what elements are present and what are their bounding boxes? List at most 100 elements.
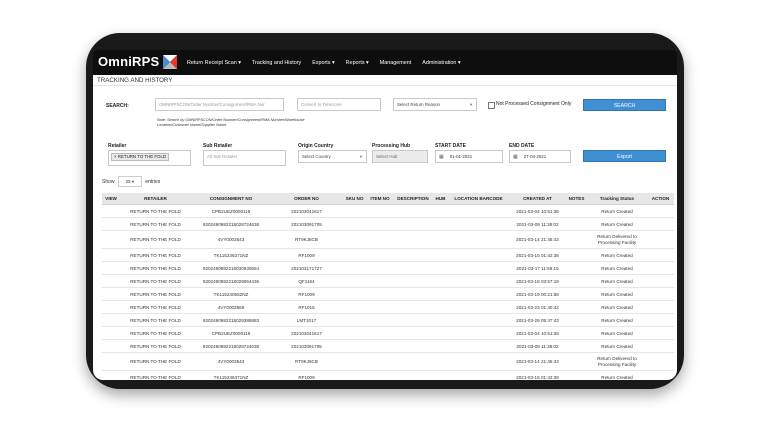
origin-country-select[interactable]: Select Country ▼ <box>298 150 367 163</box>
retailer-tag[interactable]: × RETURN TO THE FOLD <box>111 153 170 161</box>
table-row[interactable]: RETURN TO THE FOLD 9202490982218029064436… <box>102 274 674 288</box>
search-input[interactable]: OMNIRPSCON/Order Number/Consignment/RMA … <box>155 98 284 111</box>
nav-exports[interactable]: Exports ▾ <box>312 60 334 66</box>
table-row[interactable]: RETURN TO THE FOLD 9202490982218030930554… <box>102 261 674 275</box>
column-header[interactable]: NOTES <box>566 193 587 205</box>
column-header[interactable]: RETAILER <box>120 193 191 205</box>
table-cell: RT9KJ6CB <box>271 230 342 249</box>
table-cell: 2021-03-15 01:42:38 <box>509 370 566 380</box>
table-cell: 2021-03-19 00:21:58 <box>509 287 566 301</box>
table-cell <box>342 300 367 314</box>
table-cell <box>342 230 367 249</box>
table-cell <box>367 217 393 231</box>
table-cell: Return Created <box>587 261 647 275</box>
table-row[interactable]: RETURN TO THE FOLD 4VY0003543 RT9KJ6CB 2021… <box>102 230 674 249</box>
table-cell <box>448 339 509 353</box>
nav-administration[interactable]: Administration ▾ <box>422 60 460 66</box>
table-row[interactable]: RETURN TO THE FOLD TK115236371NZ RF1009 202… <box>102 370 674 380</box>
processing-hub-value: Select Hub <box>376 154 398 159</box>
not-processed-checkbox[interactable] <box>488 102 495 109</box>
nav-management[interactable]: Management <box>380 60 411 66</box>
column-header[interactable]: ACTION <box>647 193 674 205</box>
table-cell: RETURN TO THE FOLD <box>120 287 191 301</box>
column-header[interactable]: DESCRIPTION <box>393 193 433 205</box>
table-cell: RETURN TO THE FOLD <box>120 274 191 288</box>
table-cell <box>342 217 367 231</box>
table-cell <box>566 248 587 262</box>
nav-tracking-history[interactable]: Tracking and History <box>252 60 301 66</box>
table-row[interactable]: RETURN TO THE FOLD CPB2UEZ0000119 20210304… <box>102 326 674 340</box>
table-cell <box>102 217 120 231</box>
table-cell: 202103041617 <box>271 326 342 340</box>
table-cell: 2021-03-18 03:57:19 <box>509 274 566 288</box>
table-cell: Return Created <box>587 370 647 380</box>
column-header[interactable]: ORDER NO <box>271 193 342 205</box>
table-cell <box>367 339 393 353</box>
export-button[interactable]: Export <box>583 150 666 162</box>
table-cell <box>102 326 120 340</box>
nav-reports[interactable]: Reports ▾ <box>346 60 369 66</box>
calendar-icon: ▦ <box>513 154 518 160</box>
table-cell <box>448 352 509 371</box>
column-header[interactable]: ITEM NO <box>367 193 393 205</box>
table-cell: 9202490982218028724638 <box>191 217 271 231</box>
table-row[interactable]: RETURN TO THE FOLD TK115236371NZ RF1009 202… <box>102 248 674 262</box>
table-cell <box>433 313 448 327</box>
table-cell: 2021-03-14 21:45:43 <box>509 352 566 371</box>
table-cell: 2021-03-04 10:51:36 <box>509 326 566 340</box>
table-cell <box>433 204 448 218</box>
retailer-select[interactable]: × RETURN TO THE FOLD <box>108 150 191 166</box>
table-cell <box>393 261 433 275</box>
column-header[interactable]: CREATED AT <box>509 193 566 205</box>
table-cell: Return Created <box>587 274 647 288</box>
table-cell: 4VY0003543 <box>191 230 271 249</box>
entries-suffix: entries <box>145 178 161 185</box>
table-cell <box>367 313 393 327</box>
table-row[interactable]: RETURN TO THE FOLD 4VY0003543 RT9KJ6CB 2021… <box>102 352 674 371</box>
column-header[interactable]: SKU NO <box>342 193 367 205</box>
origin-country-label: Origin Country <box>298 143 334 149</box>
table-row[interactable]: RETURN TO THE FOLD 9202490982218028724638… <box>102 339 674 353</box>
table-cell: RETURN TO THE FOLD <box>120 300 191 314</box>
table-cell <box>566 313 587 327</box>
chevron-down-icon: ▼ <box>469 102 473 107</box>
table-cell <box>102 370 120 380</box>
search-button[interactable]: SEARCH <box>583 99 666 111</box>
column-header[interactable]: Tracking Status <box>587 193 647 205</box>
table-cell <box>448 370 509 380</box>
table-row[interactable]: RETURN TO THE FOLD TK115240552NZ RF1009 202… <box>102 287 674 301</box>
table-cell <box>342 326 367 340</box>
table-row[interactable]: RETURN TO THE FOLD 9202490982218029385883… <box>102 313 674 327</box>
table-cell <box>102 261 120 275</box>
nav-return-receipt-scan[interactable]: Return Receipt Scan ▾ <box>187 60 241 66</box>
table-row[interactable]: RETURN TO THE FOLD 4VY0003569 RF1015 2021-0… <box>102 300 674 314</box>
column-header[interactable]: VIEW <box>102 193 120 205</box>
table-cell <box>448 313 509 327</box>
start-date-value: 01-01-2021 <box>449 154 473 159</box>
column-header[interactable]: CONSIGNMENT NO <box>191 193 271 205</box>
column-header[interactable]: LOCATION BARCODE <box>448 193 509 205</box>
start-date-input[interactable]: ▦ 01-01-2021 <box>435 150 503 163</box>
table-cell <box>367 261 393 275</box>
return-reason-select[interactable]: Select Return Reason ▼ <box>393 98 477 111</box>
column-header[interactable]: HUB <box>433 193 448 205</box>
table-cell <box>566 261 587 275</box>
processing-hub-select[interactable]: Select Hub <box>372 150 428 163</box>
table-cell <box>448 217 509 231</box>
table-cell <box>342 370 367 380</box>
table-row[interactable]: RETURN TO THE FOLD CPB2UEZ0000119 20210304… <box>102 204 674 218</box>
timezone-input[interactable]: Convert to Timezone <box>297 98 381 111</box>
start-date-label: START DATE <box>435 143 466 149</box>
end-date-input[interactable]: ▦ 27-04-2021 <box>509 150 571 163</box>
logo-mark-icon <box>163 55 177 69</box>
table-cell: RETURN TO THE FOLD <box>120 339 191 353</box>
sub-retailer-input[interactable]: All Sub Retailer <box>203 150 286 166</box>
table-cell <box>393 204 433 218</box>
table-cell <box>342 352 367 371</box>
brand-logo: OmniRPS <box>98 54 160 69</box>
table-cell <box>102 204 120 218</box>
table-row[interactable]: RETURN TO THE FOLD 9202490982218028724638… <box>102 217 674 231</box>
table-cell <box>433 300 448 314</box>
table-cell <box>367 204 393 218</box>
entries-select[interactable]: 25 ▾ <box>117 176 142 187</box>
